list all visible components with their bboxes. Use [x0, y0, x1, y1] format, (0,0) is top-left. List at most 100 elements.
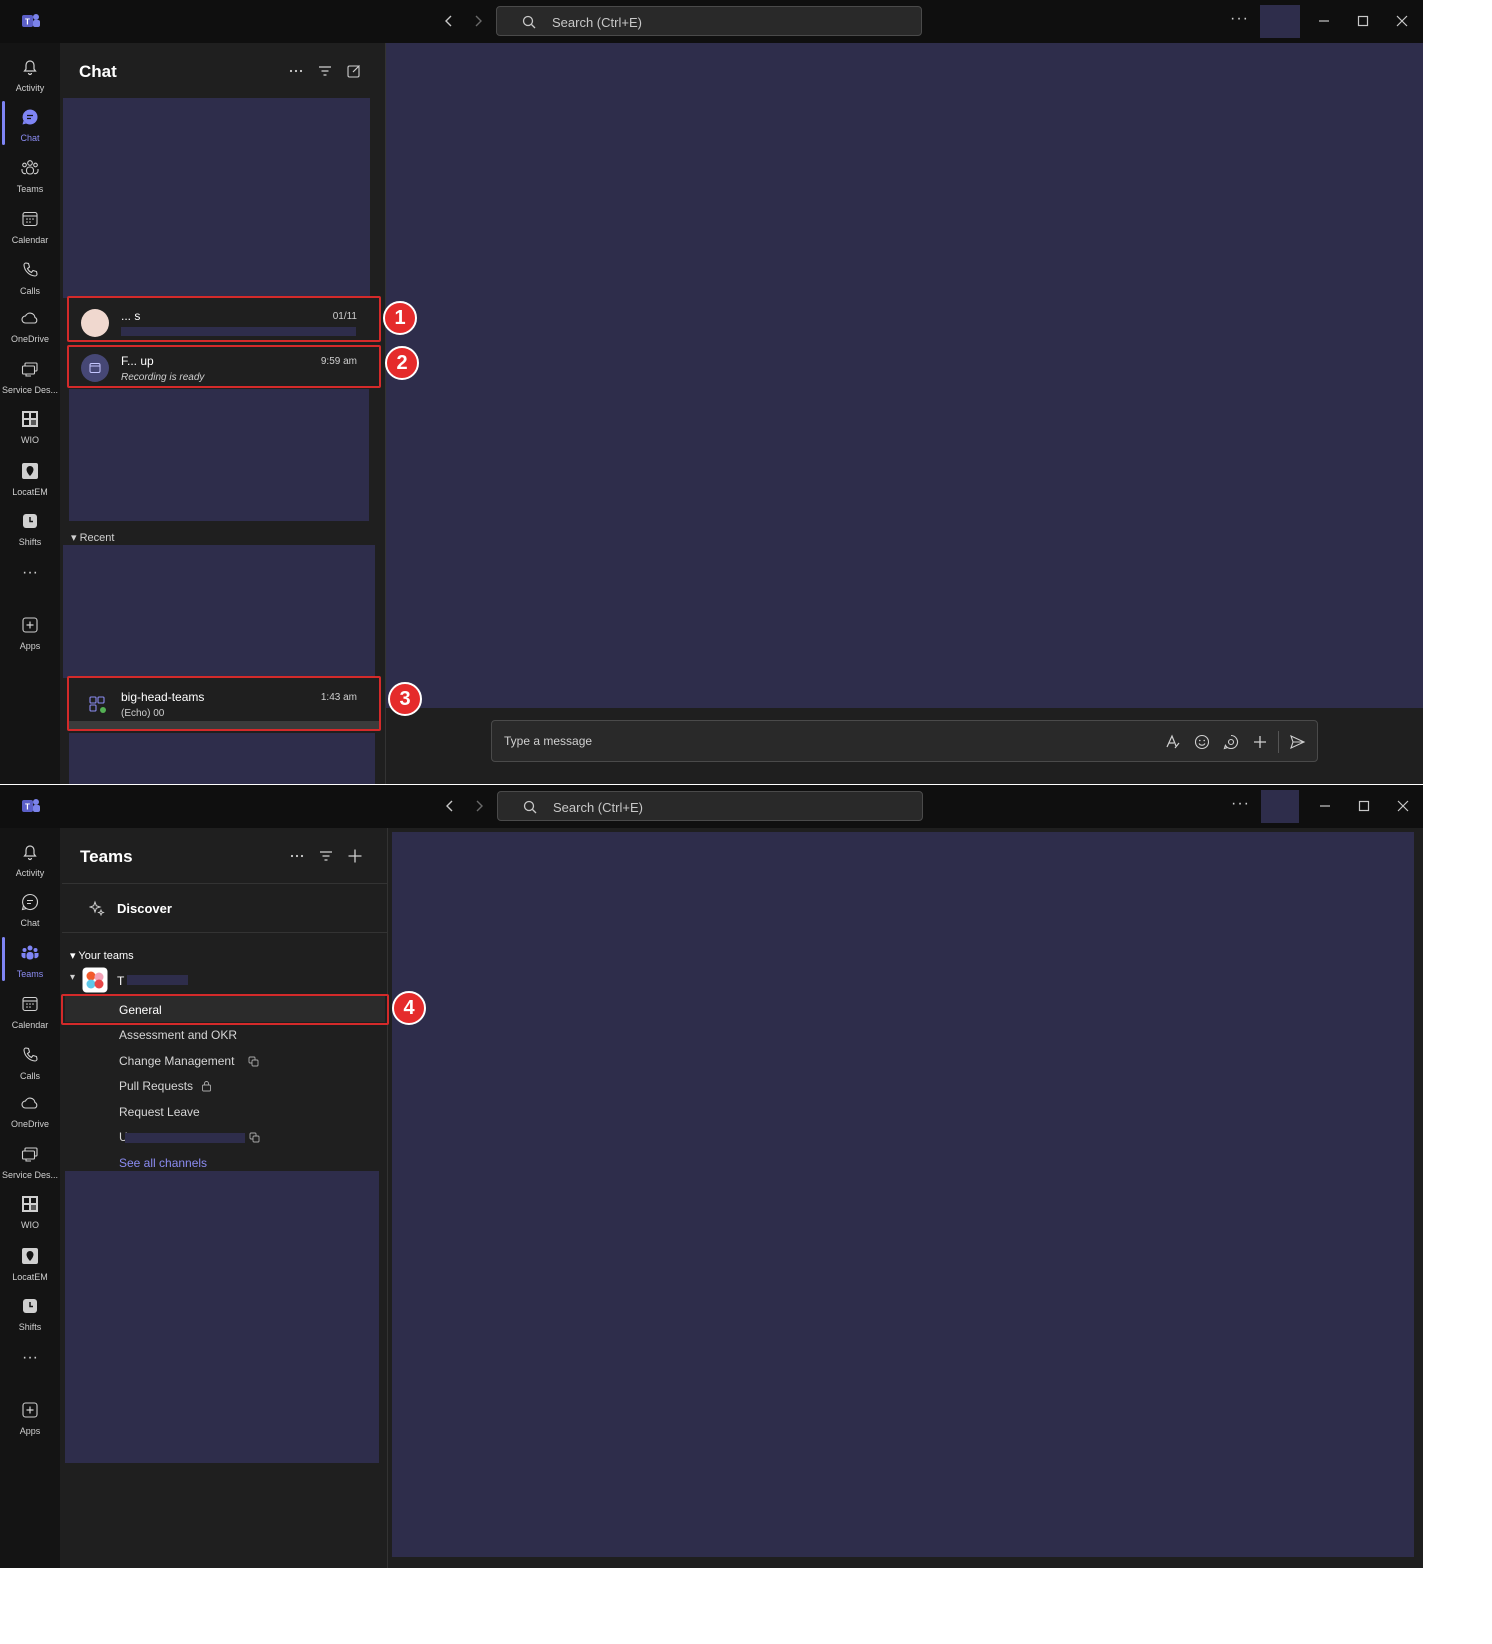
bell-icon	[23, 60, 37, 76]
team-row[interactable]: ▾ T	[70, 967, 370, 993]
rail-label: Calls	[19, 1071, 40, 1081]
redacted-team-name	[127, 975, 188, 985]
settings-more-icon[interactable]: ···	[1231, 795, 1250, 813]
emoji-icon[interactable]	[1193, 733, 1211, 751]
search-icon	[523, 800, 537, 814]
add-icon[interactable]	[1251, 733, 1269, 751]
profile-avatar[interactable]	[1260, 5, 1300, 38]
more-apps-icon[interactable]: ···	[0, 1349, 60, 1367]
format-icon[interactable]	[1164, 733, 1182, 751]
rail-label: Teams	[16, 969, 44, 979]
cloud-icon	[21, 312, 38, 324]
rail-item-shifts[interactable]: Shifts	[0, 505, 60, 553]
rail-item-teams[interactable]: Teams	[0, 937, 60, 985]
back-arrow-icon[interactable]	[440, 12, 458, 30]
rail-item-activity[interactable]: Activity	[0, 51, 60, 99]
rail-item-service-desk[interactable]: Service Des...	[0, 1138, 60, 1186]
rail-item-wio[interactable]: WIO	[0, 403, 60, 451]
wio-icon	[22, 411, 38, 427]
lock-icon	[202, 1081, 211, 1092]
profile-avatar[interactable]	[1261, 790, 1299, 823]
rail-label: Calls	[19, 286, 40, 296]
svg-text:T: T	[25, 18, 30, 27]
back-arrow-icon[interactable]	[441, 797, 459, 815]
teams-list-panel: Teams Discover ▾ Your teams ▾ T General …	[62, 828, 388, 1568]
service-desk-icon	[21, 362, 38, 377]
bell-icon	[23, 845, 37, 861]
chevron-down-icon: ▾	[70, 972, 76, 983]
rail-item-shifts[interactable]: Shifts	[0, 1290, 60, 1338]
redacted-chat-block	[69, 733, 375, 784]
channel-change-management[interactable]: Change Management	[119, 1054, 234, 1068]
rail-item-locatem[interactable]: LocatEM	[0, 455, 60, 503]
chat-icon	[22, 109, 38, 125]
rail-item-chat[interactable]: Chat	[0, 101, 60, 149]
new-chat-icon[interactable]	[346, 63, 362, 79]
your-teams-header[interactable]: ▾ Your teams	[70, 949, 134, 962]
see-all-channels-link[interactable]: See all channels	[119, 1156, 207, 1170]
rail-item-wio[interactable]: WIO	[0, 1188, 60, 1236]
send-icon[interactable]	[1288, 733, 1306, 751]
rail-label: Shifts	[18, 537, 42, 547]
rail-label: Service Des...	[1, 1170, 59, 1180]
teams-logo-icon: T	[22, 799, 40, 812]
add-team-icon[interactable]	[347, 848, 363, 864]
rail-item-calendar[interactable]: Calendar	[0, 203, 60, 251]
maximize-icon[interactable]	[1355, 797, 1373, 815]
rail-item-apps[interactable]: Apps	[0, 609, 60, 657]
highlight-box-2	[67, 345, 381, 388]
redacted-chat-block	[63, 545, 375, 678]
rail-label: WIO	[21, 435, 39, 445]
minimize-icon[interactable]	[1316, 797, 1334, 815]
more-options-icon[interactable]	[289, 848, 305, 864]
divider	[1278, 731, 1279, 753]
location-icon	[22, 463, 38, 479]
rail-item-onedrive[interactable]: OneDrive	[0, 302, 60, 350]
rail-item-calendar[interactable]: Calendar	[0, 988, 60, 1036]
maximize-icon[interactable]	[1354, 12, 1372, 30]
service-desk-icon	[21, 1147, 38, 1162]
search-input[interactable]: Search (Ctrl+E)	[496, 6, 922, 36]
rail-item-calls[interactable]: Calls	[0, 1039, 60, 1087]
redacted-chat-block	[63, 98, 370, 298]
add-apps-icon	[22, 617, 38, 633]
rail-item-chat[interactable]: Chat	[0, 886, 60, 934]
rail-item-service-desk[interactable]: Service Des...	[0, 353, 60, 401]
rail-label: Teams	[16, 184, 44, 194]
close-icon[interactable]	[1394, 797, 1412, 815]
rail-label: Chat	[20, 133, 40, 143]
discover-button[interactable]: Discover	[62, 888, 387, 928]
step-badge-2: 2	[385, 346, 419, 380]
channel-request-leave[interactable]: Request Leave	[119, 1105, 200, 1119]
rail-label: Activity	[15, 868, 45, 878]
settings-more-icon[interactable]: ···	[1230, 10, 1249, 28]
redacted-teams-block	[65, 1171, 379, 1463]
rail-item-locatem[interactable]: LocatEM	[0, 1240, 60, 1288]
rail-item-calls[interactable]: Calls	[0, 254, 60, 302]
rail-label: Service Des...	[1, 385, 59, 395]
rail-label: Activity	[15, 83, 45, 93]
minimize-icon[interactable]	[1315, 12, 1333, 30]
rail-item-apps[interactable]: Apps	[0, 1394, 60, 1442]
search-input[interactable]: Search (Ctrl+E)	[497, 791, 923, 821]
rail-item-onedrive[interactable]: OneDrive	[0, 1087, 60, 1135]
recent-section-header[interactable]: ▾ Recent	[71, 531, 114, 544]
app-rail: Activity Chat Teams Calendar Calls OneDr…	[0, 43, 60, 784]
page-title: Chat	[79, 62, 117, 81]
forward-arrow-icon[interactable]	[470, 797, 488, 815]
channel-pull-requests[interactable]: Pull Requests	[119, 1079, 193, 1093]
more-apps-icon[interactable]: ···	[0, 564, 60, 582]
rail-item-activity[interactable]: Activity	[0, 836, 60, 884]
channel-assessment-okr[interactable]: Assessment and OKR	[119, 1028, 237, 1042]
rail-label: OneDrive	[10, 1119, 49, 1129]
forward-arrow-icon[interactable]	[469, 12, 487, 30]
rail-item-teams[interactable]: Teams	[0, 152, 60, 200]
team-avatar	[82, 967, 108, 993]
rail-label: Calendar	[11, 235, 49, 245]
message-input[interactable]: Type a message	[491, 720, 1318, 762]
more-options-icon[interactable]	[288, 63, 304, 79]
filter-icon[interactable]	[318, 848, 334, 864]
filter-icon[interactable]	[317, 63, 333, 79]
close-icon[interactable]	[1393, 12, 1411, 30]
loop-icon[interactable]	[1222, 733, 1240, 751]
